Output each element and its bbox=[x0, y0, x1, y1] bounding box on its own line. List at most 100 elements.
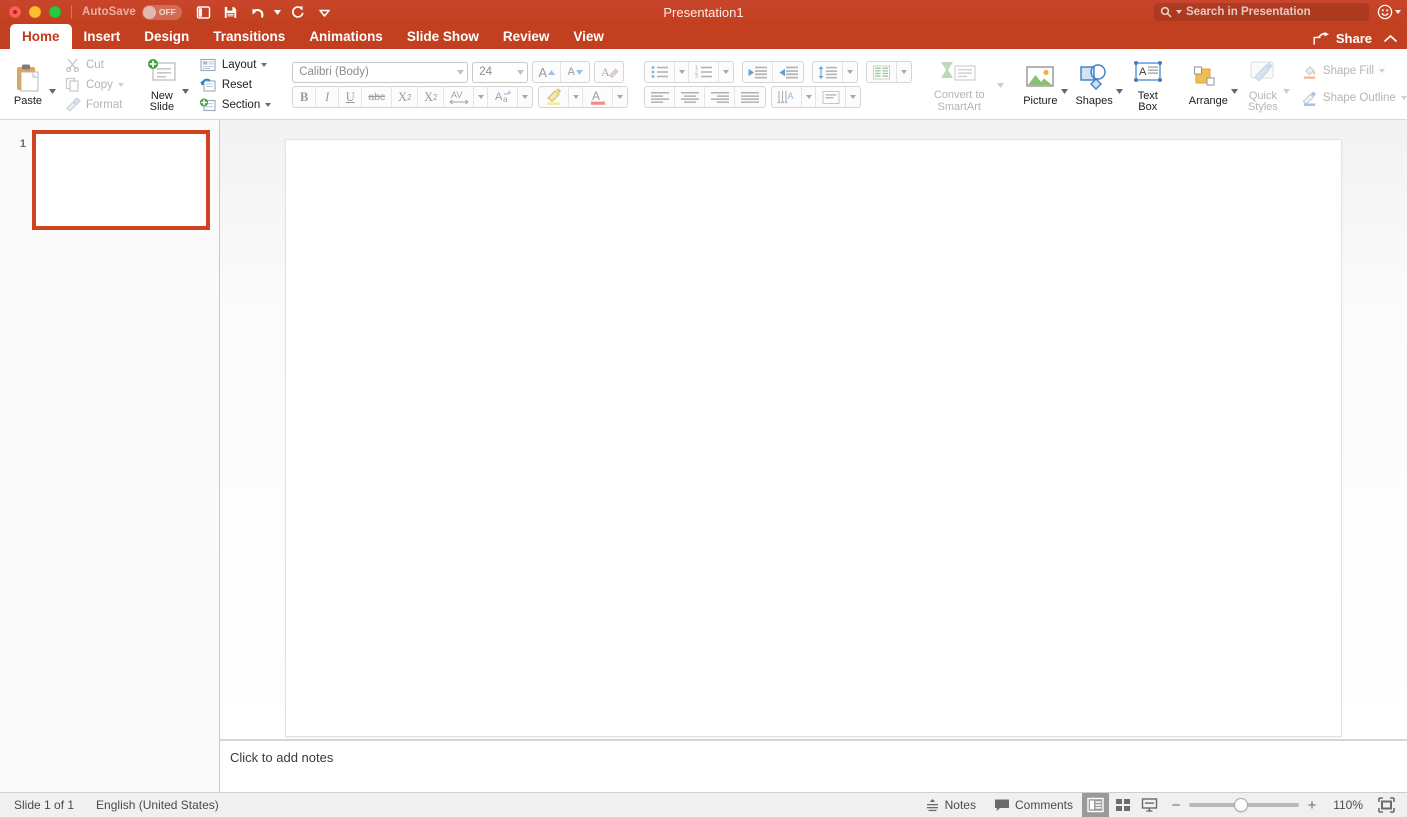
slide-canvas-area[interactable] bbox=[220, 120, 1407, 740]
zoom-level-label[interactable]: 110% bbox=[1325, 798, 1363, 812]
tab-animations[interactable]: Animations bbox=[297, 24, 395, 49]
cut-button[interactable]: Cut bbox=[60, 55, 128, 74]
align-center-button[interactable] bbox=[675, 86, 705, 108]
paste-button[interactable]: Paste bbox=[8, 54, 48, 116]
smartart-dropdown-caret-icon[interactable] bbox=[996, 54, 1004, 116]
slide-canvas[interactable] bbox=[286, 140, 1341, 736]
decrease-font-size-button[interactable]: A bbox=[561, 61, 589, 83]
align-text-caret-icon[interactable] bbox=[846, 86, 860, 108]
subscript-button[interactable]: X2 bbox=[418, 86, 444, 108]
tab-transitions[interactable]: Transitions bbox=[201, 24, 297, 49]
increase-font-size-button[interactable]: A bbox=[533, 61, 561, 83]
copy-button[interactable]: Copy bbox=[60, 75, 128, 94]
paste-dropdown-caret-icon[interactable] bbox=[48, 54, 56, 116]
arrange-button[interactable]: Arrange bbox=[1186, 54, 1231, 116]
bulleted-list-button[interactable] bbox=[645, 61, 675, 83]
redo-icon[interactable] bbox=[286, 2, 310, 22]
comments-toggle-button[interactable]: Comments bbox=[985, 793, 1082, 817]
italic-button[interactable]: I bbox=[316, 86, 339, 108]
notes-toggle-button[interactable]: Notes bbox=[916, 793, 985, 817]
quick-styles-dropdown-caret-icon[interactable] bbox=[1283, 54, 1291, 116]
arrange-dropdown-caret-icon[interactable] bbox=[1231, 54, 1239, 116]
save-icon[interactable] bbox=[219, 2, 243, 22]
new-slide-dropdown-caret-icon[interactable] bbox=[182, 54, 190, 116]
text-highlight-button[interactable] bbox=[539, 86, 569, 108]
format-painter-button[interactable]: Format bbox=[60, 95, 128, 114]
shapes-dropdown-caret-icon[interactable] bbox=[1116, 54, 1124, 116]
picture-dropdown-caret-icon[interactable] bbox=[1060, 54, 1068, 116]
layout-button[interactable]: Layout bbox=[196, 55, 275, 74]
change-case-button[interactable]: A a bbox=[488, 86, 518, 108]
autosave-toggle[interactable]: OFF bbox=[142, 5, 182, 20]
undo-dropdown-caret-icon[interactable] bbox=[273, 2, 283, 22]
clear-formatting-button[interactable]: A bbox=[595, 61, 623, 83]
reading-view-button[interactable] bbox=[1136, 793, 1163, 817]
tab-insert[interactable]: Insert bbox=[72, 24, 133, 49]
superscript-button[interactable]: X2 bbox=[392, 86, 418, 108]
numbered-list-caret-icon[interactable] bbox=[719, 61, 733, 83]
slide-sorter-view-button[interactable] bbox=[1109, 793, 1136, 817]
tab-view[interactable]: View bbox=[561, 24, 616, 49]
section-button[interactable]: Section bbox=[196, 95, 275, 114]
normal-view-button[interactable] bbox=[1082, 793, 1109, 817]
shapes-button[interactable]: Shapes bbox=[1072, 54, 1115, 116]
minimize-window-button[interactable] bbox=[29, 6, 41, 18]
shape-outline-button[interactable]: Shape Outline bbox=[1297, 89, 1407, 108]
maximize-window-button[interactable] bbox=[49, 6, 61, 18]
text-box-button[interactable]: A Text Box bbox=[1128, 54, 1168, 116]
strikethrough-button[interactable]: abc bbox=[362, 86, 392, 108]
line-spacing-button[interactable] bbox=[813, 61, 843, 83]
tab-home[interactable]: Home bbox=[10, 24, 72, 49]
slide-panel-toggle-icon[interactable] bbox=[192, 2, 216, 22]
align-left-button[interactable] bbox=[645, 86, 675, 108]
font-color-button[interactable]: A bbox=[583, 86, 613, 108]
character-spacing-caret-icon[interactable] bbox=[474, 86, 488, 108]
share-button[interactable]: Share bbox=[1336, 31, 1372, 46]
tab-design[interactable]: Design bbox=[132, 24, 201, 49]
account-menu[interactable] bbox=[1373, 4, 1401, 20]
shape-fill-button[interactable]: Shape Fill bbox=[1297, 62, 1407, 81]
text-direction-button[interactable]: A bbox=[772, 86, 802, 108]
columns-caret-icon[interactable] bbox=[897, 61, 911, 83]
align-right-button[interactable] bbox=[705, 86, 735, 108]
reset-button[interactable]: Reset bbox=[196, 75, 275, 94]
zoom-slider-knob[interactable] bbox=[1235, 799, 1247, 811]
bulleted-list-caret-icon[interactable] bbox=[675, 61, 689, 83]
zoom-in-button[interactable]: + bbox=[1307, 798, 1317, 813]
numbered-list-button[interactable]: 1 2 3 bbox=[689, 61, 719, 83]
zoom-slider[interactable] bbox=[1189, 803, 1299, 807]
tab-review[interactable]: Review bbox=[491, 24, 562, 49]
align-text-button[interactable] bbox=[816, 86, 846, 108]
new-slide-button[interactable]: New Slide bbox=[142, 54, 182, 116]
undo-icon[interactable] bbox=[246, 2, 270, 22]
language-label[interactable]: English (United States) bbox=[96, 798, 219, 812]
zoom-out-button[interactable]: − bbox=[1171, 798, 1181, 813]
change-case-caret-icon[interactable] bbox=[518, 86, 532, 108]
picture-button[interactable]: Picture bbox=[1020, 54, 1060, 116]
font-name-input[interactable]: Calibri (Body) bbox=[292, 62, 468, 83]
quick-styles-button[interactable]: Quick Styles bbox=[1243, 54, 1283, 116]
fit-slide-to-window-button[interactable] bbox=[1371, 793, 1401, 817]
numbered-list-icon: 1 2 3 bbox=[694, 64, 714, 80]
close-window-button[interactable] bbox=[9, 6, 21, 18]
slide-thumbnail-pane[interactable]: 1 bbox=[0, 120, 220, 792]
font-color-caret-icon[interactable] bbox=[613, 86, 627, 108]
convert-to-smartart-button[interactable]: Convert to SmartArt bbox=[922, 54, 996, 116]
decrease-indent-button[interactable] bbox=[743, 61, 773, 83]
font-size-input[interactable]: 24 bbox=[472, 62, 528, 83]
tab-slide-show[interactable]: Slide Show bbox=[395, 24, 491, 49]
bold-button[interactable]: B bbox=[293, 86, 316, 108]
notes-pane[interactable]: Click to add notes bbox=[220, 740, 1407, 792]
increase-indent-button[interactable] bbox=[773, 61, 803, 83]
autosave-control[interactable]: AutoSave OFF bbox=[82, 5, 182, 20]
highlight-color-caret-icon[interactable] bbox=[569, 86, 583, 108]
customize-toolbar-icon[interactable] bbox=[313, 2, 337, 22]
text-direction-caret-icon[interactable] bbox=[802, 86, 816, 108]
slide-thumbnail-1[interactable] bbox=[32, 130, 210, 230]
justify-button[interactable] bbox=[735, 86, 765, 108]
columns-button[interactable] bbox=[867, 61, 897, 83]
character-spacing-button[interactable]: AV bbox=[444, 86, 474, 108]
line-spacing-caret-icon[interactable] bbox=[843, 61, 857, 83]
underline-button[interactable]: U bbox=[339, 86, 362, 108]
search-input[interactable]: Search in Presentation bbox=[1154, 3, 1369, 21]
